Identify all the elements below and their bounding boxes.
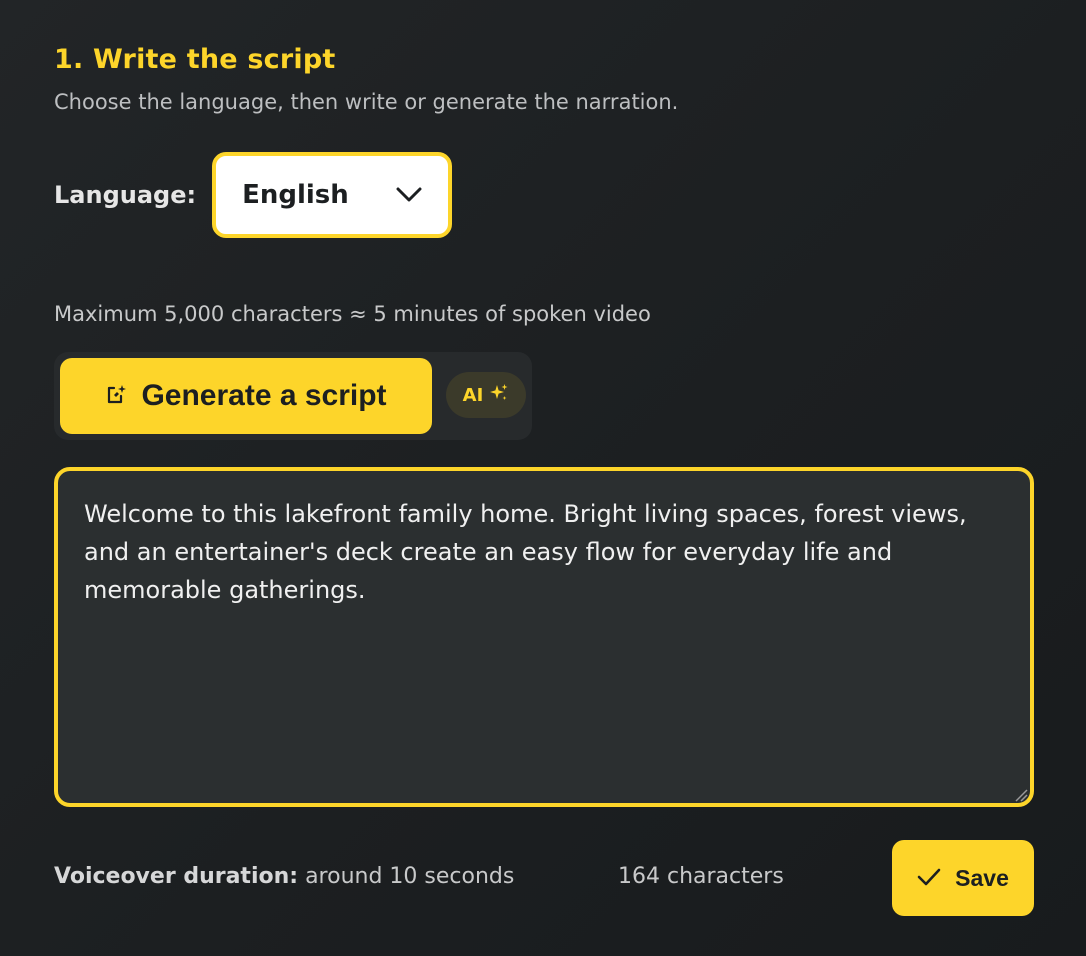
character-count: 164 characters: [618, 864, 784, 889]
language-label: Language:: [54, 181, 197, 209]
section-title: 1. Write the script: [54, 44, 336, 75]
generate-script-button[interactable]: Generate a script: [60, 358, 432, 434]
voiceover-duration-label: Voiceover duration:: [54, 864, 299, 889]
ai-badge-label: AI: [462, 384, 484, 406]
script-textarea[interactable]: Welcome to this lakefront family home. B…: [54, 467, 1034, 807]
check-icon: [917, 868, 941, 889]
ai-badge: AI: [446, 372, 526, 418]
sparkles-icon: [489, 383, 509, 408]
save-button-label: Save: [955, 864, 1009, 891]
generate-script-group: Generate a script AI: [54, 352, 532, 440]
resize-handle-icon[interactable]: [1014, 787, 1028, 802]
voiceover-duration: Voiceover duration: around 10 seconds: [54, 864, 514, 889]
chevron-down-icon: [396, 187, 422, 203]
section-subtitle: Choose the language, then write or gener…: [54, 90, 679, 114]
character-limit-note: Maximum 5,000 characters ≈ 5 minutes of …: [54, 302, 651, 326]
sparkle-edit-icon: [105, 384, 127, 409]
language-row: Language: English: [54, 152, 453, 238]
language-selected-value: English: [242, 180, 349, 210]
voiceover-duration-value: around 10 seconds: [305, 864, 515, 889]
save-button[interactable]: Save: [892, 840, 1034, 916]
generate-script-label: Generate a script: [141, 379, 387, 412]
language-select[interactable]: English: [212, 152, 453, 238]
